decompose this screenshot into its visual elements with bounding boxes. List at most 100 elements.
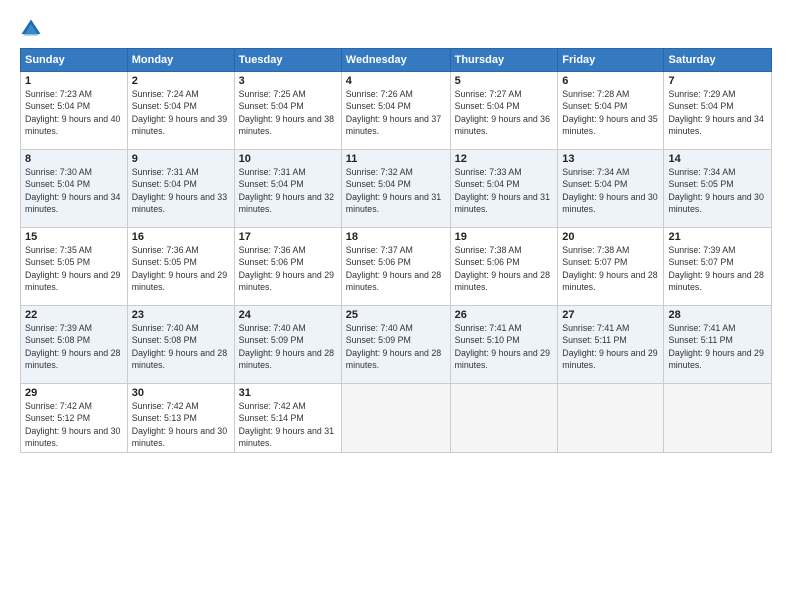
- calendar-header-monday: Monday: [127, 49, 234, 72]
- calendar-cell: [341, 384, 450, 453]
- day-info: Sunrise: 7:38 AMSunset: 5:06 PMDaylight:…: [455, 244, 554, 293]
- calendar-cell: [450, 384, 558, 453]
- calendar-header-tuesday: Tuesday: [234, 49, 341, 72]
- logo: [20, 18, 46, 40]
- calendar-week-row: 15Sunrise: 7:35 AMSunset: 5:05 PMDayligh…: [21, 228, 772, 306]
- day-number: 28: [668, 309, 767, 321]
- calendar-cell: 28Sunrise: 7:41 AMSunset: 5:11 PMDayligh…: [664, 306, 772, 384]
- calendar-cell: 2Sunrise: 7:24 AMSunset: 5:04 PMDaylight…: [127, 72, 234, 150]
- day-number: 11: [346, 153, 446, 165]
- day-number: 26: [455, 309, 554, 321]
- day-info: Sunrise: 7:36 AMSunset: 5:05 PMDaylight:…: [132, 244, 230, 293]
- day-info: Sunrise: 7:38 AMSunset: 5:07 PMDaylight:…: [562, 244, 659, 293]
- calendar-header-wednesday: Wednesday: [341, 49, 450, 72]
- day-number: 25: [346, 309, 446, 321]
- header: [20, 18, 772, 40]
- day-info: Sunrise: 7:32 AMSunset: 5:04 PMDaylight:…: [346, 166, 446, 215]
- day-info: Sunrise: 7:41 AMSunset: 5:11 PMDaylight:…: [668, 322, 767, 371]
- day-number: 17: [239, 231, 337, 243]
- calendar-cell: 16Sunrise: 7:36 AMSunset: 5:05 PMDayligh…: [127, 228, 234, 306]
- calendar-cell: [664, 384, 772, 453]
- day-info: Sunrise: 7:27 AMSunset: 5:04 PMDaylight:…: [455, 88, 554, 137]
- day-number: 2: [132, 75, 230, 87]
- calendar-week-row: 8Sunrise: 7:30 AMSunset: 5:04 PMDaylight…: [21, 150, 772, 228]
- calendar-header-row: SundayMondayTuesdayWednesdayThursdayFrid…: [21, 49, 772, 72]
- day-number: 21: [668, 231, 767, 243]
- day-number: 23: [132, 309, 230, 321]
- day-info: Sunrise: 7:30 AMSunset: 5:04 PMDaylight:…: [25, 166, 123, 215]
- day-number: 16: [132, 231, 230, 243]
- calendar-week-row: 1Sunrise: 7:23 AMSunset: 5:04 PMDaylight…: [21, 72, 772, 150]
- calendar-cell: 21Sunrise: 7:39 AMSunset: 5:07 PMDayligh…: [664, 228, 772, 306]
- day-number: 7: [668, 75, 767, 87]
- day-number: 31: [239, 387, 337, 399]
- calendar-cell: 5Sunrise: 7:27 AMSunset: 5:04 PMDaylight…: [450, 72, 558, 150]
- calendar-header-sunday: Sunday: [21, 49, 128, 72]
- calendar-cell: 29Sunrise: 7:42 AMSunset: 5:12 PMDayligh…: [21, 384, 128, 453]
- day-info: Sunrise: 7:40 AMSunset: 5:09 PMDaylight:…: [346, 322, 446, 371]
- day-info: Sunrise: 7:39 AMSunset: 5:08 PMDaylight:…: [25, 322, 123, 371]
- day-info: Sunrise: 7:29 AMSunset: 5:04 PMDaylight:…: [668, 88, 767, 137]
- day-info: Sunrise: 7:31 AMSunset: 5:04 PMDaylight:…: [132, 166, 230, 215]
- day-info: Sunrise: 7:40 AMSunset: 5:09 PMDaylight:…: [239, 322, 337, 371]
- calendar-cell: 19Sunrise: 7:38 AMSunset: 5:06 PMDayligh…: [450, 228, 558, 306]
- day-info: Sunrise: 7:23 AMSunset: 5:04 PMDaylight:…: [25, 88, 123, 137]
- day-number: 20: [562, 231, 659, 243]
- calendar-cell: 20Sunrise: 7:38 AMSunset: 5:07 PMDayligh…: [558, 228, 664, 306]
- calendar-cell: 11Sunrise: 7:32 AMSunset: 5:04 PMDayligh…: [341, 150, 450, 228]
- day-info: Sunrise: 7:37 AMSunset: 5:06 PMDaylight:…: [346, 244, 446, 293]
- calendar-cell: 15Sunrise: 7:35 AMSunset: 5:05 PMDayligh…: [21, 228, 128, 306]
- calendar-cell: 10Sunrise: 7:31 AMSunset: 5:04 PMDayligh…: [234, 150, 341, 228]
- day-info: Sunrise: 7:24 AMSunset: 5:04 PMDaylight:…: [132, 88, 230, 137]
- day-info: Sunrise: 7:34 AMSunset: 5:04 PMDaylight:…: [562, 166, 659, 215]
- calendar-cell: 31Sunrise: 7:42 AMSunset: 5:14 PMDayligh…: [234, 384, 341, 453]
- calendar-cell: 22Sunrise: 7:39 AMSunset: 5:08 PMDayligh…: [21, 306, 128, 384]
- day-info: Sunrise: 7:41 AMSunset: 5:10 PMDaylight:…: [455, 322, 554, 371]
- calendar-cell: 17Sunrise: 7:36 AMSunset: 5:06 PMDayligh…: [234, 228, 341, 306]
- day-number: 9: [132, 153, 230, 165]
- day-number: 8: [25, 153, 123, 165]
- calendar-cell: [558, 384, 664, 453]
- day-info: Sunrise: 7:36 AMSunset: 5:06 PMDaylight:…: [239, 244, 337, 293]
- day-info: Sunrise: 7:39 AMSunset: 5:07 PMDaylight:…: [668, 244, 767, 293]
- day-info: Sunrise: 7:25 AMSunset: 5:04 PMDaylight:…: [239, 88, 337, 137]
- day-number: 6: [562, 75, 659, 87]
- calendar-cell: 30Sunrise: 7:42 AMSunset: 5:13 PMDayligh…: [127, 384, 234, 453]
- day-info: Sunrise: 7:40 AMSunset: 5:08 PMDaylight:…: [132, 322, 230, 371]
- calendar-header-thursday: Thursday: [450, 49, 558, 72]
- calendar-week-row: 29Sunrise: 7:42 AMSunset: 5:12 PMDayligh…: [21, 384, 772, 453]
- day-number: 24: [239, 309, 337, 321]
- day-number: 29: [25, 387, 123, 399]
- day-info: Sunrise: 7:26 AMSunset: 5:04 PMDaylight:…: [346, 88, 446, 137]
- calendar-cell: 13Sunrise: 7:34 AMSunset: 5:04 PMDayligh…: [558, 150, 664, 228]
- calendar-cell: 1Sunrise: 7:23 AMSunset: 5:04 PMDaylight…: [21, 72, 128, 150]
- day-info: Sunrise: 7:41 AMSunset: 5:11 PMDaylight:…: [562, 322, 659, 371]
- day-number: 27: [562, 309, 659, 321]
- page: SundayMondayTuesdayWednesdayThursdayFrid…: [0, 0, 792, 612]
- calendar-cell: 9Sunrise: 7:31 AMSunset: 5:04 PMDaylight…: [127, 150, 234, 228]
- logo-icon: [20, 18, 42, 40]
- calendar-cell: 6Sunrise: 7:28 AMSunset: 5:04 PMDaylight…: [558, 72, 664, 150]
- day-number: 18: [346, 231, 446, 243]
- calendar-cell: 8Sunrise: 7:30 AMSunset: 5:04 PMDaylight…: [21, 150, 128, 228]
- calendar-cell: 25Sunrise: 7:40 AMSunset: 5:09 PMDayligh…: [341, 306, 450, 384]
- day-info: Sunrise: 7:35 AMSunset: 5:05 PMDaylight:…: [25, 244, 123, 293]
- calendar-cell: 27Sunrise: 7:41 AMSunset: 5:11 PMDayligh…: [558, 306, 664, 384]
- day-number: 19: [455, 231, 554, 243]
- day-number: 4: [346, 75, 446, 87]
- calendar-cell: 3Sunrise: 7:25 AMSunset: 5:04 PMDaylight…: [234, 72, 341, 150]
- calendar-week-row: 22Sunrise: 7:39 AMSunset: 5:08 PMDayligh…: [21, 306, 772, 384]
- calendar-cell: 4Sunrise: 7:26 AMSunset: 5:04 PMDaylight…: [341, 72, 450, 150]
- day-number: 15: [25, 231, 123, 243]
- day-info: Sunrise: 7:33 AMSunset: 5:04 PMDaylight:…: [455, 166, 554, 215]
- calendar-cell: 7Sunrise: 7:29 AMSunset: 5:04 PMDaylight…: [664, 72, 772, 150]
- calendar-table: SundayMondayTuesdayWednesdayThursdayFrid…: [20, 48, 772, 453]
- day-info: Sunrise: 7:42 AMSunset: 5:13 PMDaylight:…: [132, 400, 230, 449]
- day-number: 5: [455, 75, 554, 87]
- day-number: 22: [25, 309, 123, 321]
- calendar-cell: 12Sunrise: 7:33 AMSunset: 5:04 PMDayligh…: [450, 150, 558, 228]
- calendar-cell: 24Sunrise: 7:40 AMSunset: 5:09 PMDayligh…: [234, 306, 341, 384]
- day-info: Sunrise: 7:28 AMSunset: 5:04 PMDaylight:…: [562, 88, 659, 137]
- day-info: Sunrise: 7:31 AMSunset: 5:04 PMDaylight:…: [239, 166, 337, 215]
- calendar-cell: 14Sunrise: 7:34 AMSunset: 5:05 PMDayligh…: [664, 150, 772, 228]
